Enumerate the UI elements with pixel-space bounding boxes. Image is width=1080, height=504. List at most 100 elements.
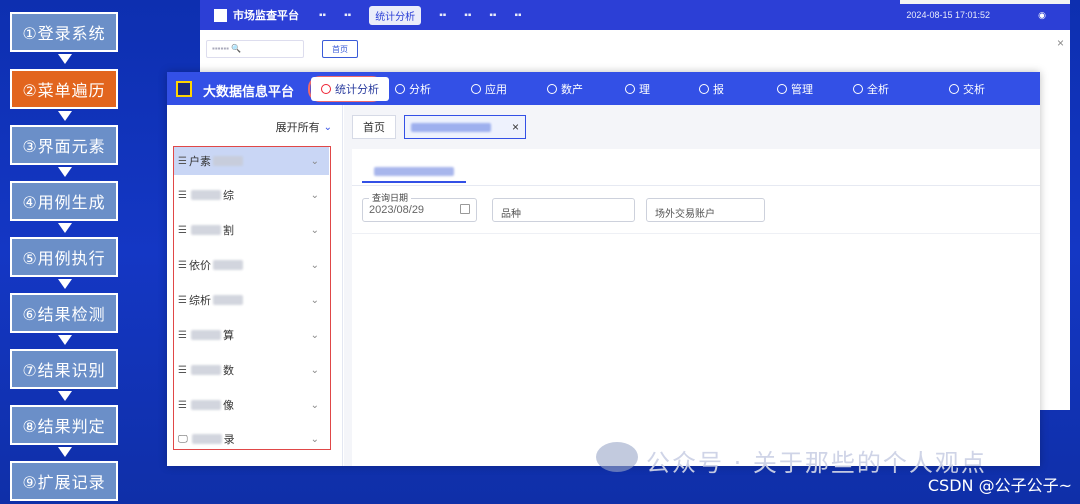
step-arrow-icon bbox=[58, 167, 72, 177]
bg-nav-item[interactable]: ▪▪ bbox=[439, 10, 446, 21]
monitor-icon: 🖵 bbox=[178, 433, 188, 445]
sidebar-item-label: 割 bbox=[222, 225, 234, 237]
tab-current[interactable]: × bbox=[404, 115, 526, 139]
gear-icon bbox=[625, 84, 635, 94]
main-topbar: 大数据信息平台 统计分析 分析 应用 数产 理 报 管理 全析 交析 bbox=[167, 72, 1040, 105]
nav-label: 交析 bbox=[963, 84, 985, 96]
step-login: ①登录系统 bbox=[10, 12, 118, 52]
step-case-execution: ⑤用例执行 bbox=[10, 237, 118, 277]
wrench-icon bbox=[777, 84, 787, 94]
redacted-text bbox=[190, 330, 221, 340]
database-icon bbox=[853, 84, 863, 94]
nav-item[interactable]: 分析 bbox=[395, 81, 431, 97]
list-icon: ☰ bbox=[178, 155, 187, 167]
sidebar-item[interactable]: ☰ 户素 ⌄ bbox=[174, 147, 329, 175]
redacted-text bbox=[411, 122, 491, 132]
step-arrow-icon bbox=[58, 447, 72, 457]
sidebar-item[interactable]: ☰ 割 ⌄ bbox=[174, 216, 329, 244]
list-icon: ☰ bbox=[178, 364, 187, 376]
sidebar-item-label: 算 bbox=[222, 330, 234, 342]
chart-icon bbox=[321, 84, 331, 94]
otc-account-input[interactable]: 场外交易账户 bbox=[646, 198, 765, 222]
chevron-down-icon: ⌄ bbox=[310, 259, 319, 271]
bg-app-title: 市场监查平台 bbox=[233, 10, 299, 22]
variety-input[interactable]: 品种 bbox=[492, 198, 635, 222]
sidebar-item-label: 录 bbox=[223, 434, 235, 446]
nav-item[interactable]: 应用 bbox=[471, 81, 507, 97]
sidebar: 展开所有 ⌄ ☰ 户素 ⌄ ☰ 综 ⌄ ☰ 割 ⌄ ☰ 依价 ⌄ ☰ 综析 ⌄ … bbox=[167, 105, 343, 466]
sidebar-item[interactable]: 🖵 录 ⌄ bbox=[174, 425, 329, 453]
csdn-credit: CSDN @公子公子~ bbox=[927, 476, 1072, 495]
content-area: 首页 × 查询日期 2023/08/29 品种 场外交易账户 bbox=[344, 105, 1040, 466]
sidebar-item[interactable]: ☰ 依价 ⌄ bbox=[174, 251, 329, 279]
nav-icon bbox=[395, 84, 405, 94]
nav-label: 管理 bbox=[791, 84, 813, 96]
chevron-down-icon: ⌄ bbox=[310, 329, 319, 341]
step-arrow-icon bbox=[58, 335, 72, 345]
tabs-bar: 首页 × bbox=[344, 105, 1040, 143]
menu-highlight-box: ☰ 户素 ⌄ ☰ 综 ⌄ ☰ 割 ⌄ ☰ 依价 ⌄ ☰ 综析 ⌄ ☰ 算 ⌄ ☰… bbox=[173, 146, 331, 450]
top-right-strip bbox=[900, 0, 1070, 4]
query-panel: 查询日期 2023/08/29 品种 场外交易账户 bbox=[352, 149, 1040, 466]
expand-all-label: 展开所有 bbox=[275, 122, 320, 134]
nav-label: 应用 bbox=[485, 84, 507, 96]
nav-label: 报 bbox=[713, 84, 724, 96]
nav-item[interactable]: 全析 bbox=[853, 81, 889, 97]
bg-nav-item[interactable]: ▪▪ bbox=[489, 10, 496, 21]
app-title: 大数据信息平台 bbox=[203, 84, 295, 99]
bg-close-icon[interactable]: × bbox=[1057, 36, 1064, 50]
chevron-down-icon: ⌄ bbox=[310, 224, 319, 236]
bg-search-input[interactable]: ▪▪▪▪▪▪ 🔍 bbox=[206, 40, 304, 58]
sidebar-item-label: 综析 bbox=[188, 295, 211, 307]
panel-tab[interactable] bbox=[362, 163, 466, 183]
nav-item[interactable]: 理 bbox=[625, 81, 650, 97]
nav-item[interactable]: 交析 bbox=[949, 81, 985, 97]
bg-nav-item[interactable]: ▪▪ bbox=[344, 10, 351, 21]
nav-label: 全析 bbox=[867, 84, 889, 96]
chevron-down-icon: ⌄ bbox=[310, 399, 319, 411]
bg-user-icon[interactable]: ◉ bbox=[1038, 10, 1046, 21]
tab-home[interactable]: 首页 bbox=[352, 115, 396, 139]
layers-icon bbox=[949, 84, 959, 94]
step-case-generation: ④用例生成 bbox=[10, 181, 118, 221]
list-icon: ☰ bbox=[178, 399, 187, 411]
cloud-upload-icon bbox=[699, 84, 709, 94]
nav-item[interactable]: 报 bbox=[699, 81, 724, 97]
calendar-icon bbox=[460, 204, 470, 214]
sidebar-item-label: 依价 bbox=[188, 260, 211, 272]
query-date-field[interactable]: 查询日期 2023/08/29 bbox=[362, 191, 477, 222]
sidebar-item[interactable]: ☰ 综析 ⌄ bbox=[174, 286, 329, 314]
close-icon[interactable]: × bbox=[512, 120, 519, 134]
list-icon: ☰ bbox=[178, 329, 187, 341]
nav-label: 理 bbox=[639, 84, 650, 96]
sidebar-item-label: 户素 bbox=[188, 156, 211, 168]
sidebar-item[interactable]: ☰ 综 ⌄ bbox=[174, 181, 329, 209]
nav-item[interactable]: 数产 bbox=[547, 81, 583, 97]
step-arrow-icon bbox=[58, 223, 72, 233]
bg-nav-item[interactable]: ▪▪ bbox=[464, 10, 471, 21]
divider bbox=[352, 185, 1040, 186]
bg-tab-home[interactable]: 首页 bbox=[322, 40, 358, 58]
redacted-text bbox=[190, 365, 221, 375]
sidebar-item[interactable]: ☰ 数 ⌄ bbox=[174, 356, 329, 384]
step-arrow-icon bbox=[58, 111, 72, 121]
bg-nav-item[interactable]: ▪▪ bbox=[319, 10, 326, 21]
data-icon bbox=[547, 84, 557, 94]
bg-nav-item[interactable]: ▪▪ bbox=[514, 10, 521, 21]
redacted-text bbox=[190, 400, 221, 410]
list-icon: ☰ bbox=[178, 224, 187, 236]
nav-statistics-analysis[interactable]: 统计分析 bbox=[311, 77, 389, 101]
nav-item[interactable]: 管理 bbox=[777, 81, 813, 97]
app-logo-icon bbox=[176, 81, 192, 97]
sidebar-item-label: 综 bbox=[222, 190, 234, 202]
list-icon: ☰ bbox=[178, 259, 187, 271]
bg-topbar: 市场监查平台 ▪▪ ▪▪ 统计分析 ▪▪ ▪▪ ▪▪ ▪▪ 2024-08-15… bbox=[200, 0, 1070, 30]
chevron-down-icon: ⌄ bbox=[310, 294, 319, 306]
bg-nav-active[interactable]: 统计分析 bbox=[369, 5, 422, 25]
sidebar-item[interactable]: ☰ 像 ⌄ bbox=[174, 391, 329, 419]
sidebar-item[interactable]: ☰ 算 ⌄ bbox=[174, 321, 329, 349]
expand-all-button[interactable]: 展开所有 ⌄ bbox=[276, 119, 332, 135]
step-extend-record: ⑨扩展记录 bbox=[10, 461, 118, 501]
redacted-text bbox=[374, 167, 454, 176]
bg-datetime: 2024-08-15 17:01:52 bbox=[906, 10, 990, 20]
